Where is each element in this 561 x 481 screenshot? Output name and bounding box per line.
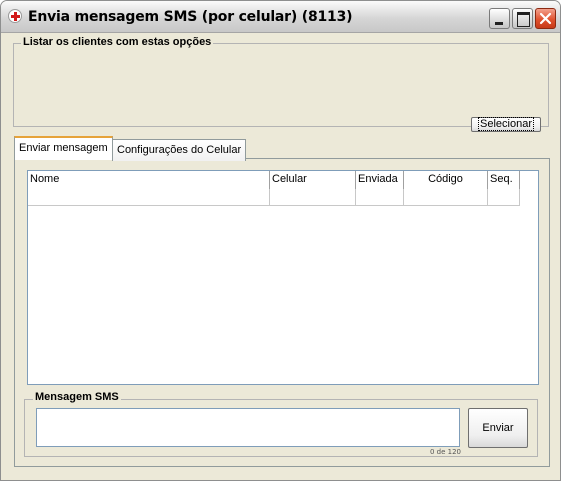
tab-configuracoes-celular[interactable]: Configurações do Celular — [112, 139, 247, 161]
title-bar[interactable]: Envia mensagem SMS (por celular) (8113) — [1, 1, 560, 33]
character-counter: 0 de 120 — [429, 448, 461, 456]
select-button-label: Selecionar — [478, 117, 534, 131]
column-header-enviada[interactable]: Enviada — [356, 171, 404, 189]
window-title: Envia mensagem SMS (por celular) (8113) — [28, 9, 353, 25]
sms-group-legend: Mensagem SMS — [33, 391, 121, 403]
tab-panel-enviar-mensagem: Nome Celular Enviada Código Seq. Mensage… — [14, 158, 550, 467]
cell-celular[interactable] — [270, 189, 356, 206]
close-button[interactable] — [535, 8, 556, 29]
minimize-button[interactable] — [489, 8, 510, 29]
send-button[interactable]: Enviar — [468, 408, 528, 448]
tab-enviar-mensagem[interactable]: Enviar mensagem — [14, 136, 113, 160]
sms-groupbox: Mensagem SMS 0 de 120 Enviar — [24, 391, 538, 457]
column-header-nome[interactable]: Nome — [28, 171, 270, 189]
clients-grid[interactable]: Nome Celular Enviada Código Seq. — [27, 170, 539, 385]
column-header-codigo[interactable]: Código — [404, 171, 488, 189]
filter-groupbox: Listar os clientes com estas opções — [13, 36, 549, 127]
cell-enviada[interactable] — [356, 189, 404, 206]
column-header-celular[interactable]: Celular — [270, 171, 356, 189]
tab-label: Configurações do Celular — [117, 144, 242, 156]
cell-codigo[interactable] — [404, 189, 488, 206]
app-cross-icon — [8, 9, 22, 23]
main-window: Envia mensagem SMS (por celular) (8113) … — [0, 0, 561, 481]
tab-label: Enviar mensagem — [19, 142, 108, 154]
send-button-label: Enviar — [482, 422, 514, 434]
cell-seq[interactable] — [488, 189, 520, 206]
close-icon — [539, 12, 552, 25]
grid-header: Nome Celular Enviada Código Seq. — [28, 171, 520, 189]
column-header-seq[interactable]: Seq. — [488, 171, 520, 189]
select-button[interactable]: Selecionar — [471, 117, 541, 132]
filter-group-legend: Listar os clientes com estas opções — [21, 36, 214, 48]
table-row[interactable] — [28, 189, 520, 206]
cell-nome[interactable] — [28, 189, 270, 206]
maximize-button[interactable] — [512, 8, 533, 29]
sms-message-input[interactable] — [36, 408, 460, 447]
